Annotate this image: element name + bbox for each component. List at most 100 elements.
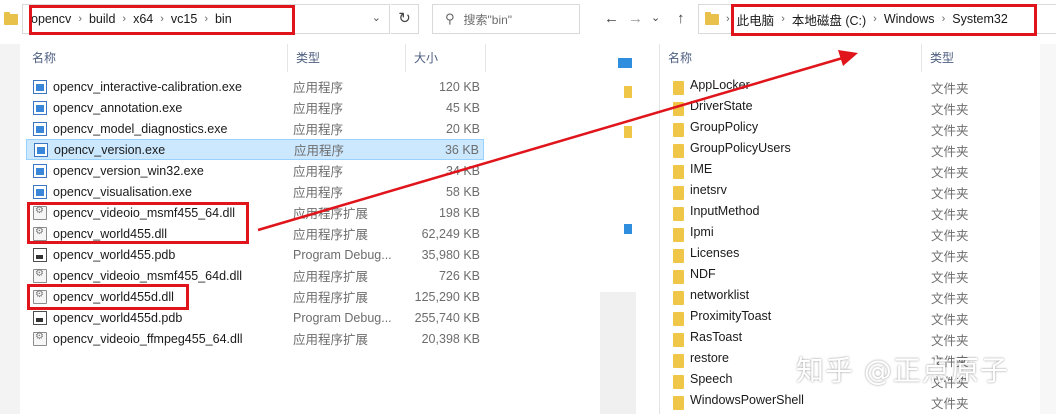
- recent-dropdown-icon[interactable]: ⌄: [651, 11, 660, 24]
- folder-name: DriverState: [690, 99, 753, 113]
- chevron-right-icon: ›: [122, 13, 127, 25]
- chevron-right-icon: ›: [160, 13, 164, 25]
- file-row[interactable]: opencv_videoio_msmf455_64d.dll 应用程序扩展 726 …: [26, 265, 484, 286]
- breadcrumb-x64[interactable]: x64: [133, 12, 153, 26]
- breadcrumb-this-pc[interactable]: 此电脑: [737, 10, 775, 29]
- file-type: 应用程序: [293, 123, 344, 137]
- file-type: Program Debug...: [293, 247, 392, 262]
- chevron-right-icon: ›: [781, 13, 785, 25]
- file-row[interactable]: opencv_version.exe 应用程序 36 KB: [26, 139, 484, 160]
- back-arrow-icon[interactable]: ←: [604, 10, 619, 27]
- breadcrumb-local-disk[interactable]: 本地磁盘 (C:): [792, 10, 866, 29]
- breadcrumb-bin[interactable]: bin: [215, 12, 232, 26]
- column-header-left: 名称 类型 大小: [20, 44, 594, 72]
- file-size: 726 KB: [438, 268, 480, 283]
- address-bar-right[interactable]: › 此电脑 › 本地磁盘 (C:) › Windows › System32: [698, 4, 1056, 34]
- column-header-right: 名称 类型: [660, 44, 1056, 72]
- breadcrumb-opencv[interactable]: opencv: [31, 12, 71, 26]
- search-box[interactable]: ⚲ 搜索"bin": [432, 4, 580, 34]
- folder-name: restore: [690, 351, 729, 365]
- folder-icon: [673, 312, 684, 326]
- file-type: 应用程序扩展: [293, 291, 369, 305]
- breadcrumb-build[interactable]: build: [89, 12, 115, 26]
- folder-row[interactable]: GroupPolicyUsers 文件夹: [600, 139, 1040, 160]
- folder-icon: [673, 165, 684, 179]
- file-size: 125,290 KB: [414, 289, 480, 304]
- folder-icon: [673, 228, 684, 242]
- exe-icon: [33, 121, 47, 136]
- vertical-scrollbar[interactable]: [1040, 44, 1056, 414]
- file-size: 36 KB: [444, 142, 479, 157]
- file-row[interactable]: opencv_visualisation.exe 应用程序 58 KB: [26, 181, 484, 202]
- forward-arrow-icon[interactable]: →: [628, 10, 643, 27]
- folder-type: 文件夹: [931, 208, 969, 222]
- file-name: opencv_annotation.exe: [53, 100, 183, 115]
- folder-row[interactable]: WindowsPowerShell 文件夹: [600, 391, 1040, 412]
- chevron-right-icon: ›: [873, 13, 877, 25]
- desktop-icon[interactable]: [618, 58, 632, 68]
- column-type[interactable]: 类型: [922, 44, 1056, 72]
- folder-row[interactable]: inetsrv 文件夹: [600, 181, 1040, 202]
- file-name: opencv_videoio_msmf455_64.dll: [53, 205, 236, 220]
- file-name: opencv_interactive-calibration.exe: [53, 79, 242, 94]
- search-icon: ⚲: [445, 11, 455, 26]
- folder-name: AppLocker: [690, 78, 750, 92]
- column-name[interactable]: 名称: [24, 44, 288, 72]
- folder-name: GroupPolicyUsers: [690, 141, 791, 155]
- dll-icon: [33, 331, 47, 346]
- exe-icon: [33, 79, 47, 94]
- dll-icon: [33, 226, 47, 241]
- folder-name: networklist: [690, 288, 750, 302]
- breadcrumb-vc15[interactable]: vc15: [171, 12, 197, 26]
- folder-type: 文件夹: [931, 292, 969, 306]
- folder-row[interactable]: InputMethod 文件夹: [600, 202, 1040, 223]
- folder-row[interactable]: DriverState 文件夹: [600, 97, 1040, 118]
- file-row[interactable]: opencv_model_diagnostics.exe 应用程序 20 KB: [26, 118, 484, 139]
- file-row[interactable]: opencv_world455d.dll 应用程序扩展 125,290 KB: [26, 286, 484, 307]
- exe-icon: [33, 100, 47, 115]
- file-size: 34 KB: [445, 163, 480, 178]
- file-row[interactable]: opencv_videoio_msmf455_64.dll 应用程序扩展 198 K…: [26, 202, 484, 223]
- file-row[interactable]: opencv_interactive-calibration.exe 应用程序 12…: [26, 76, 484, 97]
- file-row[interactable]: opencv_world455d.pdb Program Debug... 255,…: [26, 307, 484, 328]
- exe-icon: [34, 142, 48, 157]
- file-name: opencv_world455d.pdb: [53, 310, 183, 325]
- exe-icon: [33, 163, 47, 178]
- folder-icon: [673, 249, 684, 263]
- chevron-right-icon: ›: [941, 13, 946, 25]
- column-type[interactable]: 类型: [288, 44, 406, 72]
- file-row[interactable]: opencv_world455.dll 应用程序扩展 62,249 KB: [26, 223, 484, 244]
- up-arrow-icon[interactable]: ↑: [677, 10, 685, 27]
- column-name[interactable]: 名称: [660, 44, 922, 72]
- folder-row[interactable]: GroupPolicy 文件夹: [600, 118, 1040, 139]
- folder-row[interactable]: Ipmi 文件夹: [600, 223, 1040, 244]
- folder-row[interactable]: ProximityToast 文件夹: [600, 307, 1040, 328]
- refresh-button[interactable]: ↻: [391, 4, 419, 34]
- folder-type: 文件夹: [931, 250, 969, 264]
- file-name: opencv_version.exe: [54, 142, 166, 157]
- folder-row[interactable]: networklist 文件夹: [600, 286, 1040, 307]
- file-row[interactable]: opencv_version_win32.exe 应用程序 34 KB: [26, 160, 484, 181]
- chevron-down-icon[interactable]: ⌄: [372, 11, 381, 24]
- file-row[interactable]: opencv_videoio_ffmpeg455_64.dll 应用程序扩展 20,…: [26, 328, 484, 349]
- file-row[interactable]: opencv_world455.pdb Program Debug... 35,98…: [26, 244, 484, 265]
- file-size: 45 KB: [445, 100, 480, 115]
- file-type: 应用程序: [293, 165, 344, 179]
- folder-row[interactable]: Licenses 文件夹: [600, 244, 1040, 265]
- breadcrumb-system32[interactable]: System32: [952, 12, 1008, 26]
- folder-row[interactable]: AppLocker 文件夹: [600, 76, 1040, 97]
- file-type: 应用程序扩展: [293, 333, 369, 347]
- folder-row[interactable]: IME 文件夹: [600, 160, 1040, 181]
- file-type: Program Debug...: [293, 310, 392, 325]
- folder-name: Speech: [690, 372, 733, 386]
- file-name: opencv_version_win32.exe: [53, 163, 204, 178]
- file-type: 应用程序扩展: [293, 270, 369, 284]
- address-bar-left[interactable]: opencv › build › x64 › vc15 › bin ⌄: [22, 4, 390, 34]
- column-size[interactable]: 大小: [406, 44, 486, 72]
- folder-row[interactable]: RasToast 文件夹: [600, 328, 1040, 349]
- breadcrumb-windows[interactable]: Windows: [884, 12, 935, 26]
- folder-row[interactable]: NDF 文件夹: [600, 265, 1040, 286]
- file-row[interactable]: opencv_annotation.exe 应用程序 45 KB: [26, 97, 484, 118]
- folder-type: 文件夹: [931, 313, 969, 327]
- folder-icon: [673, 354, 684, 368]
